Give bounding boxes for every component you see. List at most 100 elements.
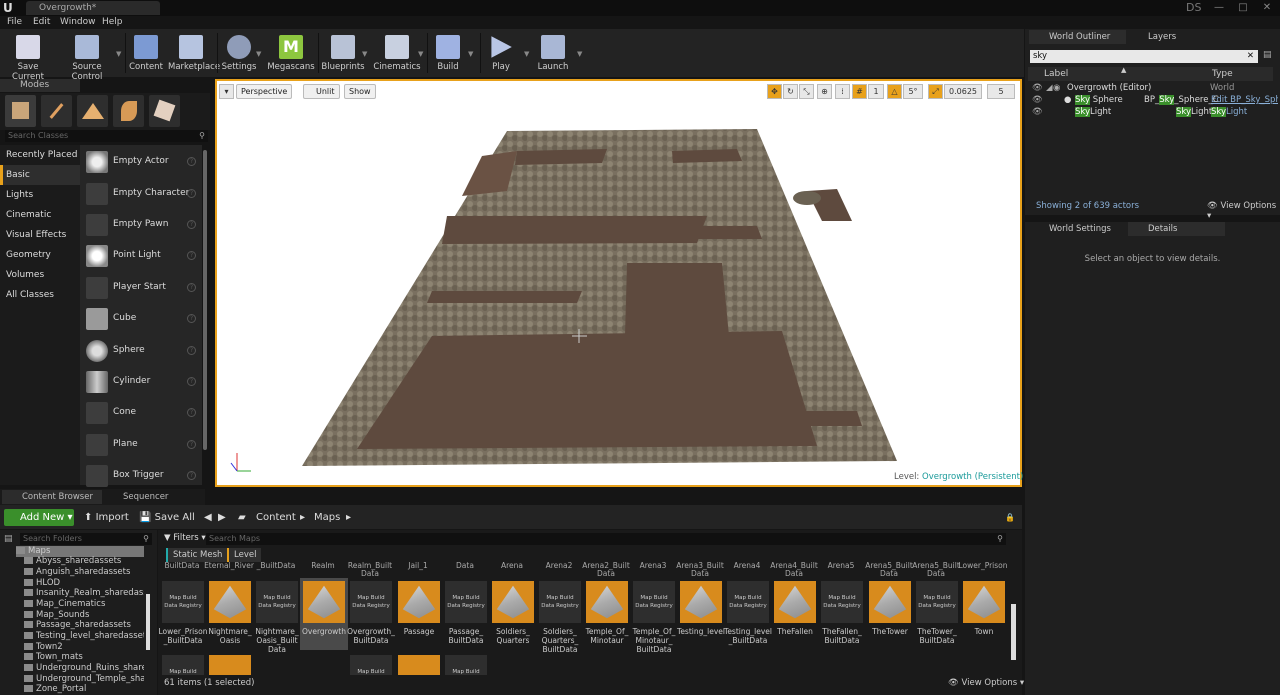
scale-snap-icon[interactable]: ⤢ <box>928 84 943 99</box>
place-item-sphere[interactable]: Sphere? <box>84 338 199 364</box>
sources-toggle-icon[interactable]: ▤ <box>4 534 13 544</box>
level-asset-tile[interactable] <box>209 581 251 623</box>
help-icon[interactable]: ? <box>187 440 196 449</box>
map-build-data-tile[interactable]: Map Build Data Registry <box>350 581 392 623</box>
viewport-options-icon[interactable]: ▾ <box>219 84 234 99</box>
content-button[interactable]: Content <box>126 31 166 75</box>
breadcrumb-content[interactable]: Content <box>256 509 296 526</box>
cinematics-button[interactable]: Cinematics <box>372 31 422 75</box>
visibility-eye-icon[interactable]: 👁 <box>1032 94 1043 106</box>
places-scrollbar[interactable] <box>203 150 207 450</box>
surface-snap-icon[interactable]: ⁞ <box>835 84 850 99</box>
outliner-search-input[interactable]: sky ✕ <box>1030 50 1258 63</box>
map-build-data-tile[interactable]: Map Build Data Registry <box>916 581 958 623</box>
tab-content-browser[interactable]: Content Browser <box>2 490 102 504</box>
map-build-data-tile[interactable]: Map Build Data Registry <box>445 581 487 623</box>
help-icon[interactable]: ? <box>187 314 196 323</box>
expand-arrow-icon[interactable]: ◢ <box>1046 82 1053 94</box>
launch-button[interactable]: Launch <box>528 31 578 75</box>
lock-icon[interactable]: 🔒 <box>1005 509 1015 526</box>
place-item-empty-pawn[interactable]: Empty Pawn? <box>84 212 199 238</box>
rotation-snap-icon[interactable]: △ <box>887 84 902 99</box>
marketplace-button[interactable]: Marketplace <box>168 31 220 75</box>
place-item-plane[interactable]: Plane? <box>84 432 199 458</box>
asset-tile-row2[interactable]: Map Build Data Registry <box>445 655 487 675</box>
level-asset-tile[interactable] <box>680 581 722 623</box>
landscape-mode-icon[interactable] <box>77 95 108 127</box>
back-arrow-icon[interactable]: ◀ <box>204 509 212 526</box>
place-item-box-trigger[interactable]: Box Trigger? <box>84 463 199 489</box>
map-build-data-tile[interactable]: Map Build Data Registry <box>539 581 581 623</box>
search-maps-input[interactable]: Search Maps ⚲ <box>206 533 1006 545</box>
category-recently-placed[interactable]: Recently Placed <box>0 145 80 165</box>
folder-item[interactable]: Town_mats <box>24 652 144 663</box>
category-geometry[interactable]: Geometry <box>0 245 80 265</box>
level-asset-tile[interactable] <box>492 581 534 623</box>
category-basic[interactable]: Basic <box>0 165 80 185</box>
level-viewport[interactable] <box>215 79 1022 487</box>
map-build-data-tile[interactable]: Map Build Data Registry <box>821 581 863 623</box>
content-view-options-button[interactable]: 👁 View Options ▾ <box>948 678 1024 688</box>
modes-tab[interactable]: Modes <box>0 79 80 92</box>
menu-help[interactable]: Help <box>102 16 123 29</box>
camera-speed-button[interactable]: 5 <box>987 84 1015 99</box>
menu-window[interactable]: Window <box>60 16 96 29</box>
map-build-data-tile[interactable]: Map Build Data Registry <box>727 581 769 623</box>
help-icon[interactable]: ? <box>187 157 196 166</box>
import-button[interactable]: ⬆ Import <box>84 509 129 526</box>
level-asset-tile[interactable] <box>869 581 911 623</box>
place-item-cube[interactable]: Cube? <box>84 306 199 332</box>
filters-button[interactable]: ▼ Filters ▾ <box>164 533 206 543</box>
search-folders-input[interactable]: Search Folders ⚲ <box>20 533 152 545</box>
help-icon[interactable]: ? <box>187 283 196 292</box>
tab-sequencer[interactable]: Sequencer <box>103 490 203 504</box>
source-control-dropdown-icon[interactable]: ▼ <box>116 50 121 58</box>
folder-item[interactable]: Passage_sharedassets <box>24 620 144 631</box>
outliner-row-sky-sphere[interactable]: 👁 ● Sky Sphere BP_Sky_Sphere_C Edit BP_S… <box>1028 94 1278 106</box>
clear-search-icon[interactable]: ✕ <box>1247 50 1254 63</box>
build-dropdown-icon[interactable]: ▼ <box>468 50 473 58</box>
help-icon[interactable]: ? <box>187 471 196 480</box>
level-asset-tile[interactable] <box>774 581 816 623</box>
source-control-button[interactable]: Source Control <box>60 31 114 82</box>
settings-button[interactable]: Settings <box>220 31 258 75</box>
place-mode-icon[interactable] <box>5 95 36 127</box>
view-mode-button[interactable]: Unlit <box>303 84 340 99</box>
folders-scrollbar[interactable] <box>146 594 150 650</box>
map-build-data-tile[interactable]: Map Build Data Registry <box>633 581 675 623</box>
place-item-empty-character[interactable]: Empty Character? <box>84 181 199 207</box>
map-build-data-tile[interactable]: Map Build Data Registry <box>256 581 298 623</box>
launch-dropdown-icon[interactable]: ▼ <box>577 50 582 58</box>
world-space-icon[interactable]: ⊕ <box>817 84 832 99</box>
assets-scrollbar[interactable] <box>1011 604 1016 660</box>
folder-item[interactable]: Insanity_Realm_sharedassets <box>24 588 144 599</box>
edit-blueprint-link[interactable]: Edit BP_Sky_Sphere <box>1211 94 1278 106</box>
place-item-cylinder[interactable]: Cylinder? <box>84 369 199 395</box>
category-visual-effects[interactable]: Visual Effects <box>0 225 80 245</box>
save-current-button[interactable]: Save Current <box>3 31 53 82</box>
tab-world-outliner[interactable]: World Outliner <box>1029 30 1126 44</box>
map-build-data-tile[interactable]: Map Build Data Registry <box>162 581 204 623</box>
outliner-settings-icon[interactable]: ▤ <box>1263 50 1272 60</box>
visibility-eye-icon[interactable]: 👁 <box>1032 82 1043 94</box>
blueprints-button[interactable]: Blueprints <box>318 31 368 75</box>
help-icon[interactable]: ? <box>187 251 196 260</box>
paint-mode-icon[interactable] <box>41 95 72 127</box>
category-cinematic[interactable]: Cinematic <box>0 205 80 225</box>
category-all-classes[interactable]: All Classes <box>0 285 80 305</box>
asset-tile-row2[interactable] <box>209 655 251 675</box>
asset-tile-row2[interactable]: Map Build Data Registry <box>350 655 392 675</box>
perspective-button[interactable]: Perspective <box>236 84 293 99</box>
folder-item[interactable]: Anguish_sharedassets <box>24 567 144 578</box>
scale-icon[interactable]: ⤡ <box>799 84 814 99</box>
scale-snap-value[interactable]: 0.0625 <box>944 84 982 99</box>
folder-icon[interactable]: ▰ <box>238 509 246 526</box>
outliner-view-options-button[interactable]: 👁 View Options ▾ <box>1207 201 1280 221</box>
breadcrumb-maps[interactable]: Maps <box>314 509 340 526</box>
close-window-icon[interactable]: ✕ <box>1255 0 1279 16</box>
filter-level[interactable]: Level <box>227 548 262 562</box>
help-icon[interactable]: ? <box>187 220 196 229</box>
help-icon[interactable]: ? <box>187 346 196 355</box>
outliner-row-world[interactable]: 👁 ◢ ◉ Overgrowth (Editor) World <box>1028 82 1278 94</box>
place-item-point-light[interactable]: Point Light? <box>84 243 199 269</box>
